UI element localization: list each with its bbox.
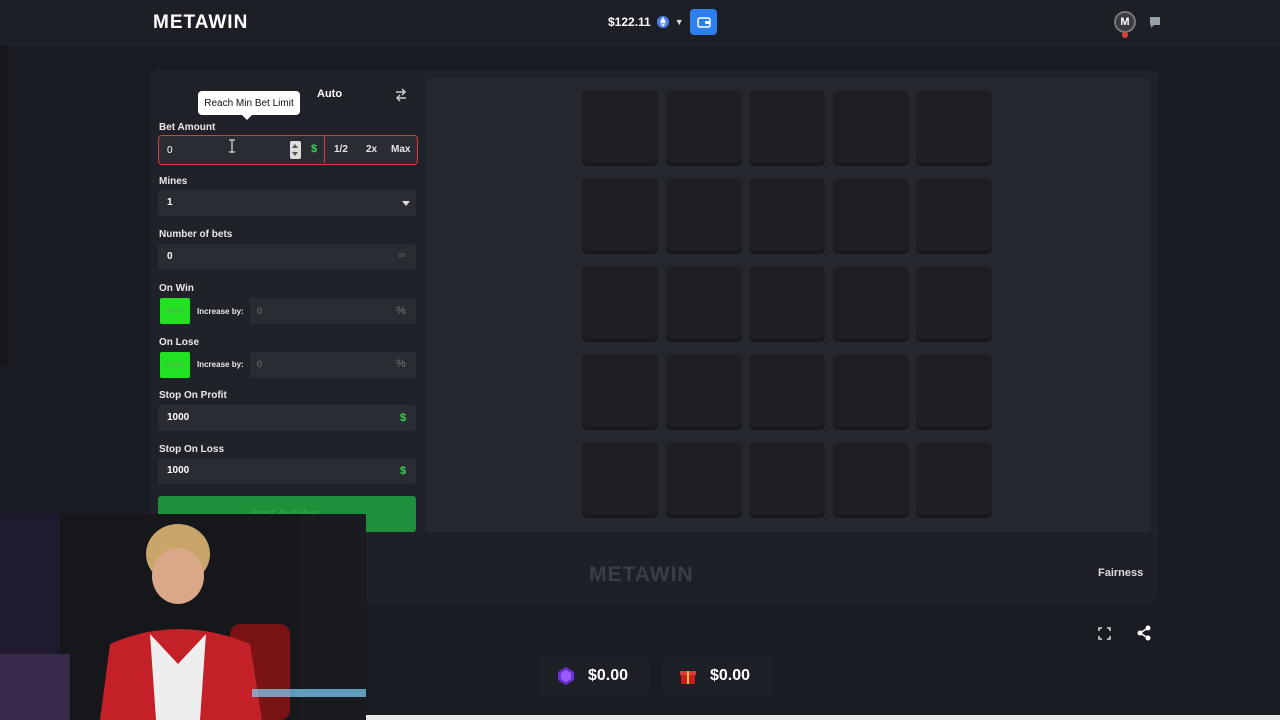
streamer-image xyxy=(0,514,366,720)
mine-tile[interactable] xyxy=(832,90,909,166)
game-footer xyxy=(366,532,1158,604)
red-gift-icon xyxy=(680,671,696,684)
webcam-overlay xyxy=(0,514,366,720)
on-lose-increase-value: 0 xyxy=(257,359,263,369)
on-win-label: On Win xyxy=(159,283,194,294)
mine-tile[interactable] xyxy=(665,354,742,430)
stop-on-profit-value: 1000 xyxy=(167,412,190,423)
stop-on-loss-label: Stop On Loss xyxy=(159,444,224,455)
metawin-logo[interactable]: METAWIN xyxy=(153,12,248,34)
mine-tile[interactable] xyxy=(832,266,909,342)
balance-amount: $122.11 xyxy=(608,15,651,29)
number-of-bets-label: Number of bets xyxy=(159,229,233,240)
on-win-increase-label: Increase by: xyxy=(197,307,244,316)
mine-tile[interactable] xyxy=(832,442,909,518)
mine-tile[interactable] xyxy=(749,354,825,430)
bet-amount-group: $ 1/2 2x Max xyxy=(158,135,418,165)
wallet-icon xyxy=(696,17,711,28)
mine-tile[interactable] xyxy=(749,266,825,342)
side-edge xyxy=(0,46,8,366)
mine-tile[interactable] xyxy=(749,442,825,518)
currency-dollar-icon: $ xyxy=(311,143,318,155)
mine-tile[interactable] xyxy=(582,266,658,342)
percent-icon: % xyxy=(396,305,406,317)
currency-dollar-icon: $ xyxy=(400,465,407,477)
chevron-down-icon: ▼ xyxy=(674,17,684,27)
jackpot-purple[interactable]: $0.00 xyxy=(540,656,650,696)
number-of-bets-input[interactable]: 0 xyxy=(158,244,416,270)
chat-icon[interactable] xyxy=(1148,15,1162,29)
text-cursor-icon xyxy=(229,139,235,153)
bet-amount-input[interactable] xyxy=(167,142,287,158)
mine-tile[interactable] xyxy=(916,266,992,342)
mine-tile[interactable] xyxy=(582,354,658,430)
on-win-increase-input[interactable] xyxy=(250,298,416,324)
mine-tile[interactable] xyxy=(665,442,742,518)
jackpot-purple-amount: $0.00 xyxy=(588,667,629,684)
mine-tile[interactable] xyxy=(582,178,658,254)
on-lose-increase-label: Increase by: xyxy=(197,360,244,369)
mine-tile[interactable] xyxy=(665,90,742,166)
on-lose-increase-input[interactable] xyxy=(250,352,416,378)
mine-tile[interactable] xyxy=(749,178,825,254)
double-bet-button[interactable]: 2x xyxy=(366,144,377,155)
currency-dollar-icon: $ xyxy=(400,412,407,424)
eth-icon xyxy=(656,16,669,28)
chevron-down-icon xyxy=(402,201,410,206)
on-win-increase-value: 0 xyxy=(257,306,263,316)
mine-tile[interactable] xyxy=(665,266,742,342)
max-bet-button[interactable]: Max xyxy=(391,144,410,155)
wallet-button[interactable] xyxy=(690,9,717,35)
min-bet-tooltip: Reach Min Bet Limit xyxy=(198,91,300,120)
mine-tile[interactable] xyxy=(582,442,658,518)
mine-tile[interactable] xyxy=(665,178,742,254)
purple-gem-icon xyxy=(558,667,574,685)
on-lose-label: On Lose xyxy=(159,337,200,348)
mine-tile[interactable] xyxy=(832,354,909,430)
percent-icon: % xyxy=(396,358,406,370)
on-win-reset-button[interactable]: Reset xyxy=(160,298,190,324)
mine-tile[interactable] xyxy=(832,178,909,254)
number-of-bets-value: 0 xyxy=(167,251,173,262)
mine-tile[interactable] xyxy=(916,354,992,430)
tab-auto[interactable]: Auto xyxy=(317,88,342,100)
infinity-icon: ∞ xyxy=(398,250,406,261)
mine-tile[interactable] xyxy=(749,90,825,166)
mines-label: Mines xyxy=(159,176,188,187)
mine-tile[interactable] xyxy=(916,178,992,254)
notification-dot xyxy=(1122,32,1128,38)
mine-tile[interactable] xyxy=(916,442,992,518)
swap-icon[interactable] xyxy=(393,87,409,103)
stop-on-profit-label: Stop On Profit xyxy=(159,390,227,401)
fullscreen-icon[interactable] xyxy=(1098,627,1111,640)
stop-on-loss-input[interactable]: 1000 xyxy=(158,458,416,484)
stop-on-loss-value: 1000 xyxy=(167,465,190,476)
share-icon[interactable] xyxy=(1136,625,1152,641)
on-lose-reset-button[interactable]: Reset xyxy=(160,352,190,378)
bet-amount-label: Bet Amount xyxy=(159,122,216,133)
bet-amount-stepper[interactable] xyxy=(290,141,301,159)
jackpot-red[interactable]: $0.00 xyxy=(662,656,772,696)
jackpot-red-amount: $0.00 xyxy=(710,667,751,684)
fairness-link[interactable]: Fairness xyxy=(1098,567,1143,579)
footer-logo: METAWIN xyxy=(589,563,694,586)
mines-select[interactable]: 1 xyxy=(158,190,416,216)
avatar-initials: M xyxy=(1120,16,1130,28)
half-bet-button[interactable]: 1/2 xyxy=(334,144,348,155)
stop-on-profit-input[interactable]: 1000 xyxy=(158,405,416,431)
page-bottom-edge xyxy=(366,715,1280,720)
balance-selector[interactable]: $122.11 ▼ xyxy=(600,8,692,36)
mine-tile[interactable] xyxy=(916,90,992,166)
mine-tile[interactable] xyxy=(582,90,658,166)
bet-divider xyxy=(324,136,325,163)
avatar[interactable]: M xyxy=(1114,11,1136,33)
mines-value: 1 xyxy=(167,197,173,208)
